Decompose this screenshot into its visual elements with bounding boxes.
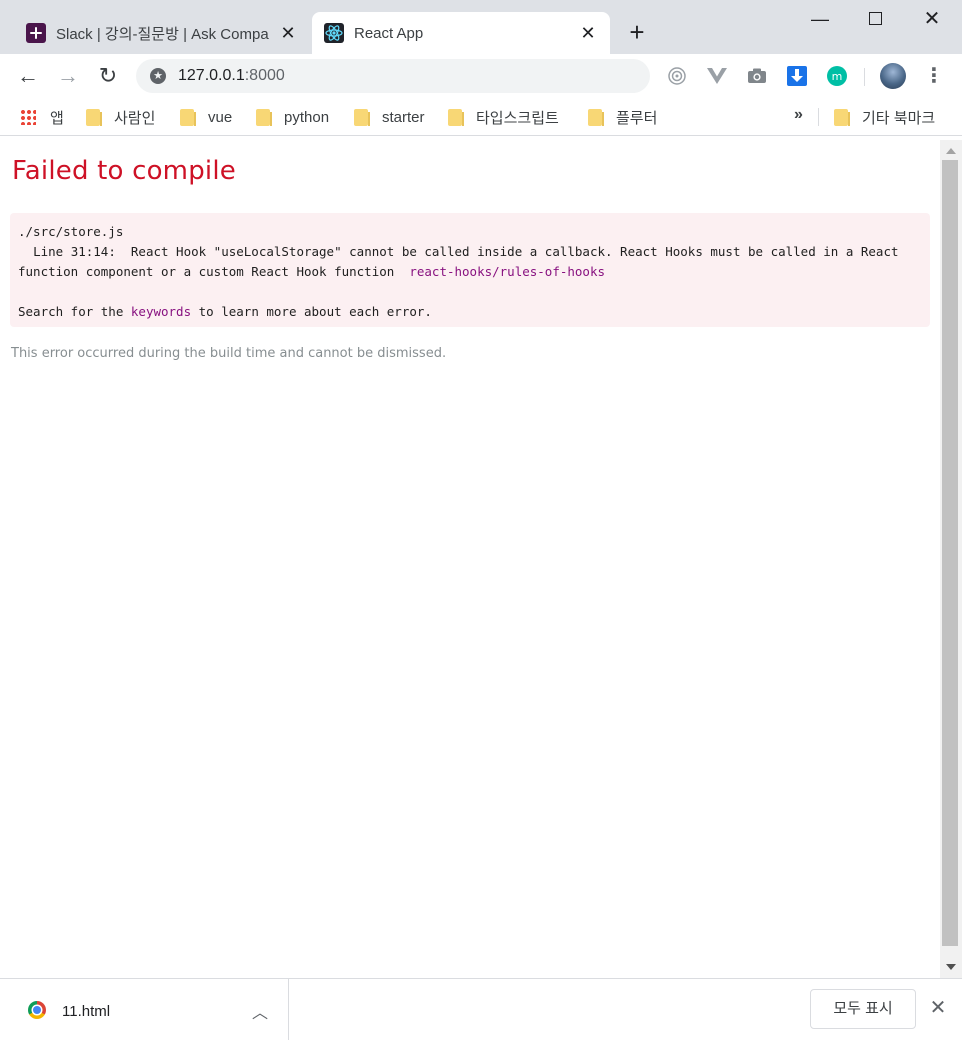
vue-devtools-icon[interactable] xyxy=(706,65,728,87)
bookmark-label: 사람인 xyxy=(114,109,156,127)
svg-text:m: m xyxy=(832,70,843,83)
bookmarks-divider xyxy=(818,108,819,126)
scroll-thumb[interactable] xyxy=(942,160,958,946)
m-extension-icon[interactable]: m xyxy=(826,65,848,87)
rule-link[interactable]: react-hooks/rules-of-hooks xyxy=(409,264,605,279)
close-tab-icon[interactable]: ✕ xyxy=(278,23,298,43)
download-extension-icon[interactable] xyxy=(786,65,808,87)
bookmark-label: starter xyxy=(382,108,425,126)
tab-slack[interactable]: Slack | 강의-질문방 | Ask Compa ✕ xyxy=(14,12,310,54)
bookmark-folder[interactable]: 플루터 xyxy=(588,106,657,128)
bookmarks-overflow-button[interactable]: » xyxy=(794,106,803,124)
error-file: ./src/store.js xyxy=(18,224,124,239)
bookmark-folder[interactable]: vue xyxy=(180,106,232,128)
chevron-up-icon[interactable]: ︿ xyxy=(252,999,268,1023)
error-message: Line 31:14: React Hook "useLocalStorage"… xyxy=(18,244,899,259)
site-info-icon[interactable]: ★ xyxy=(150,68,166,84)
download-file-name: 11.html xyxy=(62,1003,111,1020)
bookmark-apps[interactable]: 앱 xyxy=(20,106,64,128)
window-close-icon[interactable]: ✕ xyxy=(918,8,946,32)
folder-icon xyxy=(86,108,102,126)
show-all-button[interactable]: 모두 표시 xyxy=(810,989,916,1029)
scroll-down-icon[interactable] xyxy=(946,964,956,970)
download-shelf: 11.html ︿ 모두 표시 ✕ xyxy=(0,978,962,1040)
error-title: Failed to compile xyxy=(12,156,236,186)
more-menu-icon[interactable]: ⋮ xyxy=(924,64,944,88)
bookmark-folder[interactable]: 타입스크립트 xyxy=(448,106,559,128)
bookmark-label: vue xyxy=(208,108,233,126)
maximize-icon[interactable] xyxy=(861,8,889,32)
bookmark-folder[interactable]: 사람인 xyxy=(86,106,155,128)
browser-toolbar: ← → ↻ ★ 127.0.0.1:8000 m ⋮ xyxy=(0,54,962,98)
error-message-cont: function component or a custom React Hoo… xyxy=(18,264,606,279)
folder-icon xyxy=(256,108,272,126)
bookmark-label: python xyxy=(284,108,330,126)
close-tab-icon[interactable]: ✕ xyxy=(578,23,598,43)
minimize-icon[interactable]: — xyxy=(806,8,834,32)
tab-title: React App xyxy=(354,24,424,42)
bookmark-folder[interactable]: starter xyxy=(354,106,425,128)
folder-icon xyxy=(448,108,464,126)
forward-arrow-icon[interactable]: → xyxy=(54,62,82,90)
vertical-scrollbar[interactable] xyxy=(940,140,962,978)
back-arrow-icon[interactable]: ← xyxy=(14,62,42,90)
folder-icon xyxy=(180,108,196,126)
new-tab-button[interactable]: + xyxy=(624,19,650,46)
apps-grid-icon xyxy=(20,109,36,125)
react-icon xyxy=(324,23,344,43)
folder-icon xyxy=(354,108,370,126)
error-footer: This error occurred during the build tim… xyxy=(11,346,447,361)
bookmark-label: 타입스크립트 xyxy=(476,109,559,127)
bookmark-folder[interactable]: python xyxy=(256,106,329,128)
bookmark-label: 플루터 xyxy=(616,109,658,127)
target-extension-icon[interactable] xyxy=(666,65,688,87)
profile-avatar[interactable] xyxy=(880,63,906,89)
reload-icon[interactable]: ↻ xyxy=(94,62,122,90)
page-viewport: Failed to compile ./src/store.js Line 31… xyxy=(0,140,940,978)
download-item[interactable]: 11.html ︿ xyxy=(0,979,289,1040)
toolbar-divider xyxy=(864,68,865,86)
address-bar[interactable]: ★ 127.0.0.1:8000 xyxy=(136,59,650,93)
folder-icon xyxy=(834,108,850,126)
camera-icon[interactable] xyxy=(746,65,768,87)
close-shelf-icon[interactable]: ✕ xyxy=(928,997,948,1019)
slack-icon xyxy=(26,23,46,43)
tab-title: Slack | 강의-질문방 | Ask Compa xyxy=(56,25,269,43)
tab-strip: Slack | 강의-질문방 | Ask Compa ✕ React App ✕… xyxy=(0,0,962,54)
keywords-link[interactable]: keywords xyxy=(131,304,191,319)
error-details: ./src/store.js Line 31:14: React Hook "u… xyxy=(10,213,930,327)
bookmark-other[interactable]: 기타 북마크 xyxy=(834,106,935,128)
search-hint: Search for the keywords to learn more ab… xyxy=(18,304,432,319)
url-text: 127.0.0.1:8000 xyxy=(178,67,285,84)
chrome-icon xyxy=(28,1001,46,1019)
bookmark-label: 앱 xyxy=(50,109,64,127)
bookmark-label: 기타 북마크 xyxy=(862,109,936,127)
scroll-up-icon[interactable] xyxy=(946,148,956,154)
tab-react-app[interactable]: React App ✕ xyxy=(312,12,610,54)
folder-icon xyxy=(588,108,604,126)
